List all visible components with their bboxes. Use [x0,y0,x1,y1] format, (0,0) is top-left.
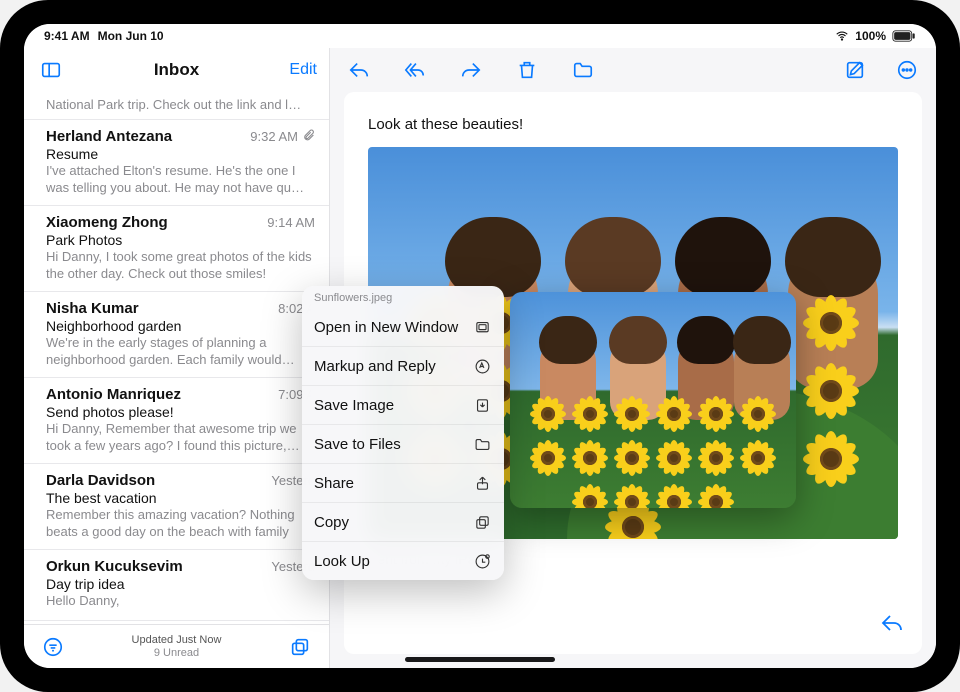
move-button[interactable] [568,55,598,85]
list-item-preview: We're in the early stages of planning a … [46,335,315,367]
list-item-preview: Remember this amazing vacation? Nothing … [46,507,315,539]
context-menu-item[interactable]: Save to Files [302,424,504,463]
delete-button[interactable] [512,55,542,85]
list-item-subject: Day trip idea [46,576,315,592]
list-item[interactable]: Herland Antezana 9:32 AM ResumeI've attac… [24,120,329,206]
list-item-subject: The best vacation [46,490,315,506]
message-toolbar [330,48,936,92]
list-item-subject: Park Photos [46,232,315,248]
list-item-preview: Hi Danny, Remember that awesome trip we … [46,421,315,453]
sidebar-footer: Updated Just Now 9 Unread [24,624,329,668]
list-item-preview: Hello Danny, [46,593,315,609]
reply-all-button[interactable] [400,55,430,85]
folder-icon [472,434,492,454]
forward-button[interactable] [456,55,486,85]
context-menu-label: Look Up [314,553,370,570]
list-item-sender: Antonio Manriquez [46,386,181,403]
context-menu-label: Markup and Reply [314,358,436,375]
list-item-sender: Herland Antezana [46,128,172,145]
list-item[interactable]: Darla DavidsonYesterd The best vacationR… [24,464,329,550]
context-menu-label: Save to Files [314,436,401,453]
sync-status-line: Updated Just Now [24,634,329,647]
markup-icon [472,356,492,376]
context-menu-label: Copy [314,514,349,531]
context-menu-item[interactable]: Save Image [302,385,504,424]
reply-button[interactable] [344,55,374,85]
quick-reply-button[interactable] [880,611,904,640]
screen: 9:41 AM Mon Jun 10 100% ••• [24,24,936,668]
list-item[interactable]: Antonio Manriquez7:09 A Send photos plea… [24,378,329,464]
list-item-sender: Xiaomeng Zhong [46,214,168,231]
list-item[interactable]: Xiaomeng Zhong 9:14 AM Park PhotosHi Dann… [24,206,329,292]
list-item-sender: Orkun Kucuksevim [46,558,183,575]
wifi-icon [835,29,849,43]
sync-status: Updated Just Now 9 Unread [24,634,329,659]
status-date: Mon Jun 10 [98,29,164,43]
list-item-subject: Neighborhood garden [46,318,315,334]
list-item-preview: I've attached Elton's resume. He's the o… [46,163,315,195]
attachment-preview-thumbnail[interactable] [510,292,796,508]
attachment-context-menu: Sunflowers.jpeg Open in New Window Markup… [302,286,504,580]
context-menu-label: Save Image [314,397,394,414]
compose-button[interactable] [840,55,870,85]
more-button[interactable] [892,55,922,85]
unread-count: 9 Unread [24,647,329,660]
sidebar-header: Inbox Edit [24,48,329,92]
battery-percent: 100% [855,29,886,43]
list-item-subject: Send photos please! [46,404,315,420]
share-icon [472,473,492,493]
list-item-subject: Resume [46,146,315,162]
attachment-icon [302,129,315,145]
status-bar: 9:41 AM Mon Jun 10 100% [24,24,936,48]
mailbox-title: Inbox [24,60,329,80]
list-item-time: 9:14 AM [267,215,315,230]
list-item[interactable]: Nisha Kumar8:02 A Neighborhood gardenWe'… [24,292,329,378]
copy-icon [472,512,492,532]
list-item-sender: Nisha Kumar [46,300,139,317]
app: ••• Inbox Edit National Park trip. Check… [24,48,936,668]
message-body: Look at these beauties! [368,116,898,133]
context-menu-filename: Sunflowers.jpeg [302,286,504,308]
context-menu-item[interactable]: Share [302,463,504,502]
device-frame: 9:41 AM Mon Jun 10 100% ••• [0,0,960,692]
save-image-icon [472,395,492,415]
edit-button[interactable]: Edit [289,61,317,79]
list-item-preview: National Park trip. Check out the link a… [46,97,315,113]
window-icon [472,317,492,337]
context-menu-item[interactable]: Markup and Reply [302,346,504,385]
list-item-sender: Darla Davidson [46,472,155,489]
list-item-time: 9:32 AM [250,129,315,145]
list-item[interactable]: National Park trip. Check out the link a… [24,92,329,120]
context-menu-item[interactable]: Open in New Window [302,308,504,346]
context-menu-label: Share [314,475,354,492]
context-menu-label: Open in New Window [314,319,458,336]
battery-icon [892,30,916,42]
list-item-preview: Hi Danny, I took some great photos of th… [46,249,315,281]
message-list[interactable]: National Park trip. Check out the link a… [24,92,329,624]
list-item[interactable]: Orkun KucuksevimYesterd Day trip ideaHel… [24,550,329,620]
home-indicator[interactable] [405,657,555,662]
context-menu-item[interactable]: Look Up [302,541,504,580]
context-menu-item[interactable]: Copy [302,502,504,541]
lookup-icon [472,551,492,571]
status-time: 9:41 AM [44,29,90,43]
mailbox-sidebar: Inbox Edit National Park trip. Check out… [24,48,330,668]
